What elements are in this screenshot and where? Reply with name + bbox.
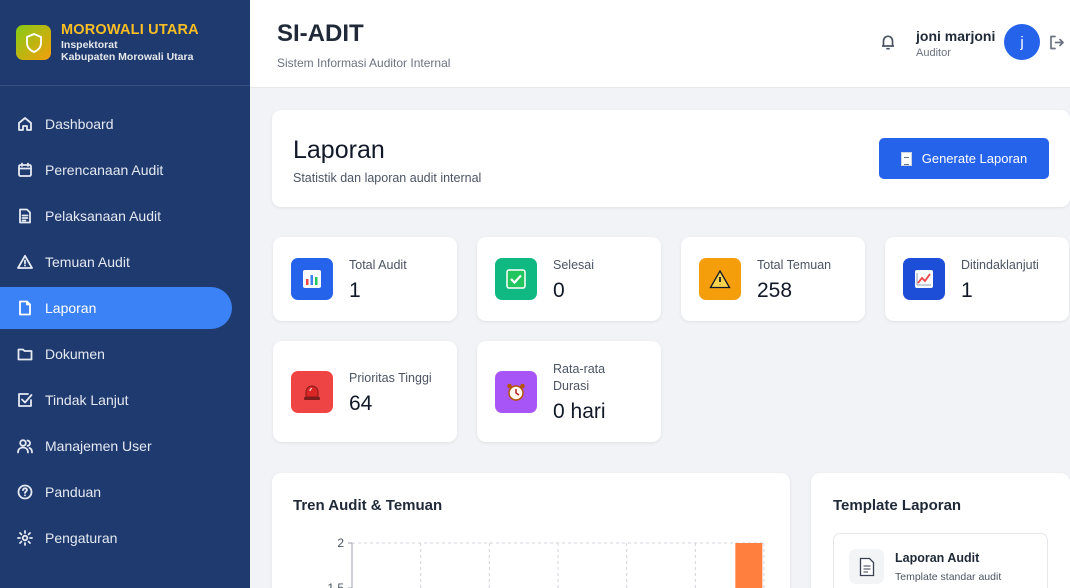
stat-card-total-temuan: Total Temuan 258 — [681, 237, 865, 321]
stat-label: Prioritas Tinggi — [349, 371, 432, 385]
sidebar-item-pelaksanaan[interactable]: Pelaksanaan Audit — [0, 195, 232, 237]
sidebar-item-pengaturan[interactable]: Pengaturan — [0, 517, 232, 559]
file-icon — [17, 300, 33, 316]
brand-region: Kabupaten Morowali Utara — [61, 50, 194, 63]
brand: MOROWALI UTARA Inspektorat Kabupaten Mor… — [0, 0, 250, 86]
stat-value: 64 — [349, 392, 373, 415]
template-card: Template Laporan Laporan Audit Template … — [811, 473, 1070, 588]
document-icon — [900, 151, 912, 166]
shield-logo-icon — [16, 25, 51, 60]
document-icon — [849, 549, 884, 584]
sidebar-item-dokumen[interactable]: Dokumen — [0, 333, 232, 375]
warning-icon — [699, 258, 741, 300]
sidebar-item-label: Panduan — [45, 484, 102, 500]
sidebar-item-label: Dashboard — [45, 116, 114, 132]
sidebar-item-label: Tindak Lanjut — [45, 392, 129, 408]
sidebar-item-laporan[interactable]: Laporan — [0, 287, 232, 329]
logout-icon[interactable] — [1048, 34, 1065, 51]
stat-label: Total Audit — [349, 258, 407, 272]
brand-title: MOROWALI UTARA — [61, 22, 199, 39]
avatar[interactable]: j — [1004, 24, 1040, 60]
page-header-card: Laporan Statistik dan laporan audit inte… — [272, 110, 1070, 207]
stat-label: Selesai — [553, 258, 594, 272]
template-title: Template Laporan — [833, 497, 962, 514]
trend-chart-icon — [903, 258, 945, 300]
bell-icon[interactable] — [879, 33, 897, 51]
chart-y-tick-label: 2 — [337, 536, 344, 550]
user-name: joni marjoni — [916, 28, 996, 44]
page-subtitle: Statistik dan laporan audit internal — [293, 171, 482, 185]
trend-chart: 21.5 — [327, 536, 765, 588]
app-title: SI-ADIT — [277, 20, 364, 47]
sidebar-item-tindak-lanjut[interactable]: Tindak Lanjut — [0, 379, 232, 421]
chart-bar — [735, 543, 763, 588]
sidebar: MOROWALI UTARA Inspektorat Kabupaten Mor… — [0, 0, 250, 588]
sidebar-item-label: Laporan — [45, 300, 97, 316]
bar-chart-icon — [291, 258, 333, 300]
help-circle-icon — [17, 484, 33, 500]
sidebar-item-label: Perencanaan Audit — [45, 162, 164, 178]
chart-y-tick-label: 1.5 — [327, 581, 344, 588]
stat-value: 1 — [961, 279, 973, 302]
stat-value: 0 hari — [553, 400, 606, 423]
settings-icon — [17, 530, 33, 546]
generate-report-button[interactable]: Generate Laporan — [879, 138, 1049, 179]
sidebar-item-manajemen-user[interactable]: Manajemen User — [0, 425, 232, 467]
alarm-clock-icon — [495, 371, 537, 413]
sidebar-nav: Dashboard Perencanaan Audit Pelaksanaan … — [0, 86, 250, 559]
stat-card-total-audit: Total Audit 1 — [273, 237, 457, 321]
stat-label: Rata-rata Durasi — [553, 362, 606, 393]
brand-subtitle: Inspektorat — [61, 38, 118, 51]
sidebar-item-label: Dokumen — [45, 346, 105, 362]
sidebar-item-perencanaan[interactable]: Perencanaan Audit — [0, 149, 232, 191]
generate-report-label: Generate Laporan — [921, 151, 1028, 166]
sidebar-item-label: Pengaturan — [45, 530, 118, 546]
stat-card-rata-rata-durasi: Rata-rata Durasi 0 hari — [477, 341, 661, 442]
sidebar-item-label: Pelaksanaan Audit — [45, 208, 161, 224]
app-subtitle: Sistem Informasi Auditor Internal — [277, 56, 451, 70]
template-desc: Template standar audit — [895, 571, 1002, 583]
sidebar-item-label: Manajemen User — [45, 438, 152, 454]
users-icon — [17, 438, 33, 454]
stat-card-prioritas-tinggi: Prioritas Tinggi 64 — [273, 341, 457, 442]
stat-card-ditindaklanjuti: Ditindaklanjuti 1 — [885, 237, 1069, 321]
siren-icon — [291, 371, 333, 413]
page-title: Laporan — [293, 136, 385, 164]
sidebar-item-dashboard[interactable]: Dashboard — [0, 103, 232, 145]
calendar-icon — [17, 162, 33, 178]
trend-chart-card: Tren Audit & Temuan 2 1.5 — [272, 473, 790, 588]
stat-value: 0 — [553, 279, 565, 302]
folder-icon — [17, 346, 33, 362]
home-icon — [17, 116, 33, 132]
check-box-icon — [495, 258, 537, 300]
alert-triangle-icon — [17, 254, 33, 270]
stat-label: Total Temuan — [757, 258, 832, 272]
template-item[interactable]: Laporan Audit Template standar audit — [833, 533, 1048, 588]
stat-card-selesai: Selesai 0 — [477, 237, 661, 321]
template-name: Laporan Audit — [895, 551, 980, 565]
sidebar-item-panduan[interactable]: Panduan — [0, 471, 232, 513]
file-text-icon — [17, 208, 33, 224]
sidebar-item-label: Temuan Audit — [45, 254, 130, 270]
sidebar-item-temuan[interactable]: Temuan Audit — [0, 241, 232, 283]
check-square-icon — [17, 392, 33, 408]
stat-label: Ditindaklanjuti — [961, 258, 1039, 272]
stat-value: 258 — [757, 279, 793, 302]
top-header: SI-ADIT Sistem Informasi Auditor Interna… — [250, 0, 1070, 88]
stat-value: 1 — [349, 279, 361, 302]
user-role: Auditor — [916, 47, 951, 59]
